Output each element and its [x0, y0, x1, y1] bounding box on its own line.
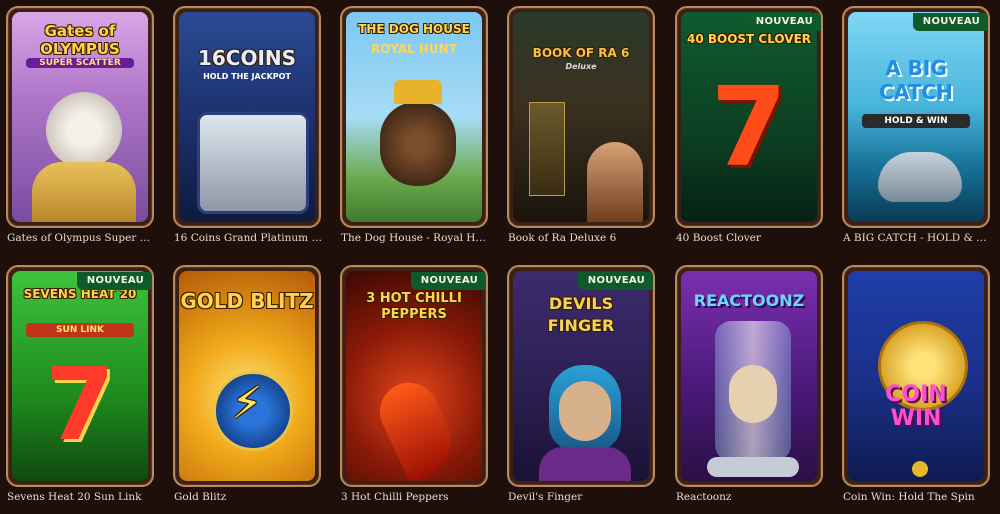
- game-title[interactable]: 3 Hot Chilli Peppers: [338, 491, 491, 503]
- game-thumbnail: 3 HOT CHILLI PEPPERS: [346, 271, 482, 481]
- game-logo-sub: ROYAL HUNT: [371, 42, 457, 56]
- game-logo: THE DOG HOUSE: [358, 22, 470, 36]
- game-title[interactable]: 16 Coins Grand Platinum Editi...: [171, 232, 324, 244]
- seven-symbol: 7: [45, 346, 115, 463]
- game-logo: COIN WIN: [885, 382, 947, 431]
- game-thumbnail: DEVILS FINGER: [513, 271, 649, 481]
- new-badge: NOUVEAU: [410, 272, 486, 290]
- game-title[interactable]: Sevens Heat 20 Sun Link: [4, 491, 157, 503]
- game-card[interactable]: 16COINS HOLD THE JACKPOT: [173, 6, 321, 228]
- game-title[interactable]: Book of Ra Deluxe 6: [505, 232, 658, 244]
- game-thumbnail: 40 BOOST CLOVER 7: [681, 12, 817, 222]
- alien-shape: [729, 365, 777, 423]
- game-thumbnail: BOOK OF RA 6 Deluxe: [513, 12, 649, 222]
- game-card[interactable]: GOLD BLITZ ⚡: [173, 265, 321, 487]
- lightning-icon: ⚡: [231, 378, 263, 429]
- seven-symbol: 7: [710, 63, 788, 191]
- new-badge: NOUVEAU: [76, 272, 152, 290]
- game-tile-reactoonz[interactable]: REACTOONZ Reactoonz: [673, 265, 825, 503]
- game-thumbnail: Gates of OLYMPUS SUPER SCATTER: [12, 12, 148, 222]
- crown-shape: [394, 80, 442, 104]
- game-logo-sub: HOLD & WIN: [862, 114, 970, 128]
- game-card[interactable]: THE DOG HOUSE ROYAL HUNT: [340, 6, 488, 228]
- game-thumbnail: GOLD BLITZ ⚡: [179, 271, 315, 481]
- new-badge: NOUVEAU: [745, 13, 821, 31]
- game-tile-gold-blitz[interactable]: GOLD BLITZ ⚡ Gold Blitz: [171, 265, 323, 503]
- game-logo: A BIG CATCH: [879, 56, 953, 104]
- game-logo: 3 HOT CHILLI PEPPERS: [366, 291, 462, 322]
- game-thumbnail: REACTOONZ: [681, 271, 817, 481]
- game-card[interactable]: COIN WIN: [842, 265, 990, 487]
- game-logo: DEVILS FINGER: [547, 294, 615, 335]
- game-logo: BOOK OF RA 6: [532, 46, 630, 60]
- game-card[interactable]: NOUVEAU DEVILS FINGER: [507, 265, 655, 487]
- game-thumbnail: SEVENS HEAT 20 SUN LINK 7: [12, 271, 148, 481]
- chilli-pepper-shape: [370, 373, 464, 481]
- game-title[interactable]: A BIG CATCH - HOLD & WIN: [840, 232, 993, 244]
- game-title[interactable]: Devil's Finger: [505, 491, 658, 503]
- game-logo-sub: SUPER SCATTER: [26, 58, 134, 68]
- new-badge: NOUVEAU: [912, 13, 988, 31]
- game-tile-devils-finger[interactable]: NOUVEAU DEVILS FINGER Devil's Finger: [505, 265, 657, 503]
- new-badge: NOUVEAU: [577, 272, 653, 290]
- game-title[interactable]: The Dog House - Royal Hunt: [338, 232, 491, 244]
- game-grid: Gates of OLYMPUS SUPER SCATTER Gates of …: [0, 0, 1000, 514]
- game-title[interactable]: 40 Boost Clover: [673, 232, 826, 244]
- game-tile-a-big-catch[interactable]: NOUVEAU A BIG CATCH HOLD & WIN A BIG CAT…: [840, 6, 993, 244]
- game-tile-gates-of-olympus[interactable]: Gates of OLYMPUS SUPER SCATTER Gates of …: [4, 6, 157, 244]
- game-tile-40-boost-clover[interactable]: NOUVEAU 40 BOOST CLOVER 7 40 Boost Clove…: [673, 6, 825, 244]
- game-logo: REACTOONZ: [693, 291, 805, 310]
- game-thumbnail: THE DOG HOUSE ROYAL HUNT: [346, 12, 482, 222]
- character-body-shape: [539, 447, 631, 481]
- game-card[interactable]: REACTOONZ: [675, 265, 823, 487]
- game-tile-book-of-ra[interactable]: BOOK OF RA 6 Deluxe Book of Ra Deluxe 6: [505, 6, 657, 244]
- game-logo: GOLD BLITZ: [180, 289, 314, 313]
- character-body-shape: [32, 162, 136, 222]
- game-title[interactable]: Gates of Olympus Super Scatter: [4, 232, 157, 244]
- shark-shape: [878, 152, 962, 202]
- game-tile-3-hot-chilli[interactable]: NOUVEAU 3 HOT CHILLI PEPPERS 3 Hot Chill…: [338, 265, 490, 503]
- game-thumbnail: COIN WIN: [848, 271, 984, 481]
- game-title[interactable]: Reactoonz: [673, 491, 826, 503]
- game-card[interactable]: Gates of OLYMPUS SUPER SCATTER: [6, 6, 154, 228]
- game-title[interactable]: Coin Win: Hold The Spin: [840, 491, 993, 503]
- dog-shape: [380, 102, 456, 186]
- game-tile-sevens-heat[interactable]: NOUVEAU SEVENS HEAT 20 SUN LINK 7 Sevens…: [4, 265, 156, 503]
- game-tile-dog-house[interactable]: THE DOG HOUSE ROYAL HUNT The Dog House -…: [338, 6, 491, 244]
- character-head-shape: [46, 92, 122, 168]
- game-card[interactable]: NOUVEAU SEVENS HEAT 20 SUN LINK 7: [6, 265, 154, 487]
- game-logo: Gates of OLYMPUS: [40, 22, 120, 58]
- game-logo-sub: SUN LINK: [26, 323, 134, 337]
- explorer-shape: [587, 142, 643, 222]
- game-logo: 40 BOOST CLOVER: [686, 32, 812, 46]
- small-coin-shape: [912, 461, 928, 477]
- game-card[interactable]: NOUVEAU A BIG CATCH HOLD & WIN: [842, 6, 990, 228]
- game-title[interactable]: Gold Blitz: [171, 491, 324, 503]
- game-thumbnail: A BIG CATCH HOLD & WIN: [848, 12, 984, 222]
- game-tile-coin-win[interactable]: COIN WIN Coin Win: Hold The Spin: [840, 265, 992, 503]
- game-card[interactable]: BOOK OF RA 6 Deluxe: [507, 6, 655, 228]
- game-tile-16-coins[interactable]: 16COINS HOLD THE JACKPOT 16 Coins Grand …: [171, 6, 324, 244]
- book-shape: [529, 102, 565, 196]
- game-thumbnail: 16COINS HOLD THE JACKPOT: [179, 12, 315, 222]
- treasure-chest-shape: [197, 112, 309, 214]
- capsule-base-shape: [707, 457, 799, 477]
- character-face-shape: [559, 381, 611, 441]
- game-logo: 16COINS: [197, 46, 297, 70]
- game-logo-sub: Deluxe: [565, 62, 597, 71]
- game-card[interactable]: NOUVEAU 3 HOT CHILLI PEPPERS: [340, 265, 488, 487]
- game-logo-sub: HOLD THE JACKPOT: [203, 72, 291, 81]
- game-card[interactable]: NOUVEAU 40 BOOST CLOVER 7: [675, 6, 823, 228]
